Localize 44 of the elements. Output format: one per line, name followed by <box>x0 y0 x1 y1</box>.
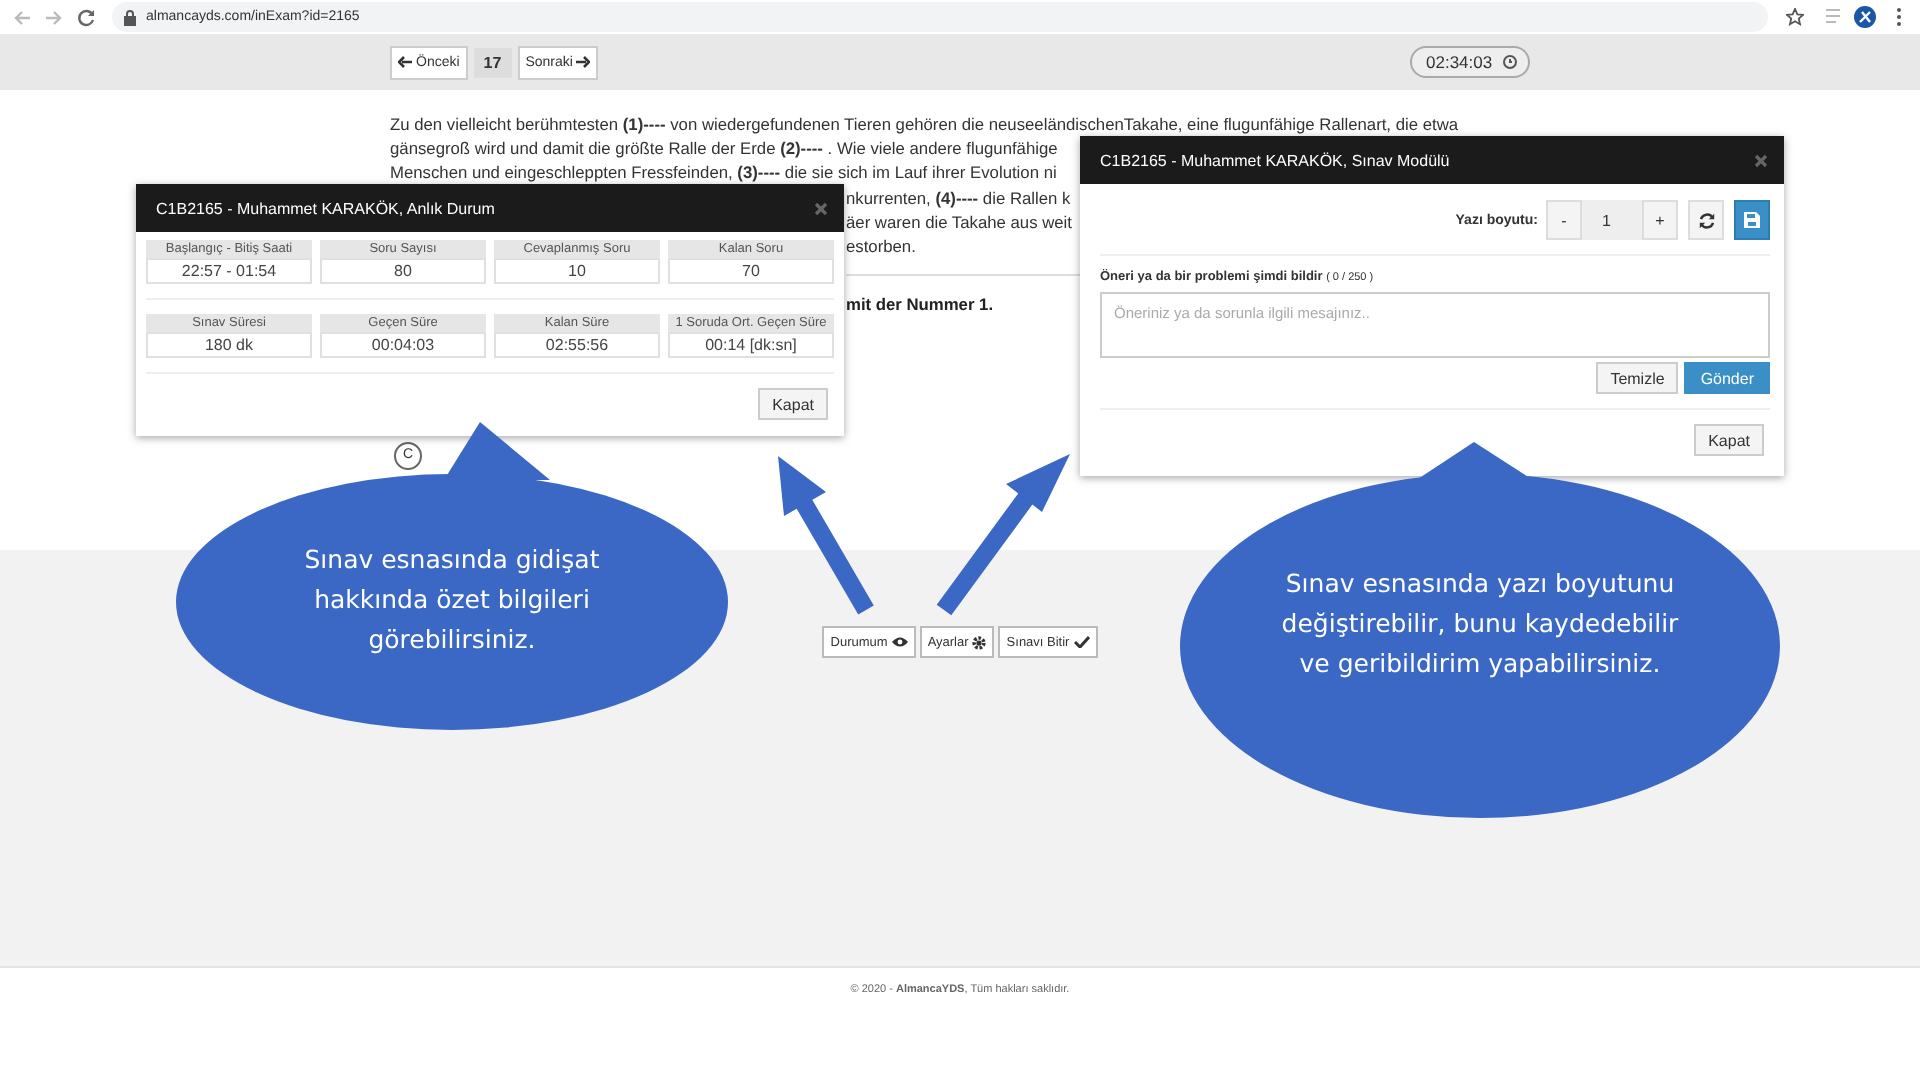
passage-text: estorben. <box>846 234 916 259</box>
star-icon[interactable] <box>1786 8 1804 26</box>
stat-value: 70 <box>668 258 834 284</box>
stat-value: 80 <box>320 258 486 284</box>
close-icon[interactable] <box>814 201 828 215</box>
dialog-title: C1B2165 - Muhammet KARAKÖK, Anlık Durum <box>156 199 495 217</box>
stat-value: 10 <box>494 258 660 284</box>
close-button[interactable]: Kapat <box>758 388 828 420</box>
question-text: mit der Nummer 1. <box>846 294 994 315</box>
check-icon <box>1073 636 1090 648</box>
stat-value: 22:57 - 01:54 <box>146 258 312 284</box>
lock-icon <box>124 9 136 25</box>
close-button[interactable]: Kapat <box>1694 424 1764 456</box>
passage-text: gänsegroß wird und damit die größte Ralle der Erde (2)---- . Wie viele andere flugunfähige <box>390 136 1058 161</box>
arrow-left-icon <box>398 56 412 68</box>
save-icon <box>1744 212 1760 228</box>
refresh-icon <box>1697 211 1715 229</box>
callout-text: Sınav esnasında gidişat hakkında özet bilgileri görebilirsiniz. <box>302 542 602 658</box>
eye-icon <box>891 636 908 648</box>
passage-text: Menschen und eingeschleppten Fressfeinden, (3)---- die sie sich im Lauf ihrer Evolution ni <box>390 160 1057 186</box>
stat-value: 00:14 [dk:sn] <box>668 332 834 358</box>
increase-button[interactable]: + <box>1642 200 1678 240</box>
menu-icon[interactable] <box>1896 8 1902 26</box>
arrow-right-icon <box>576 56 591 68</box>
stat-value: 180 dk <box>146 332 312 358</box>
stat-value: 00:04:03 <box>320 332 486 358</box>
decrease-button[interactable]: - <box>1546 200 1582 240</box>
gear-icon <box>972 635 987 649</box>
reload-icon[interactable] <box>76 8 96 28</box>
stat-value: 02:55:56 <box>494 332 660 358</box>
dialog-title: C1B2165 - Muhammet KARAKÖK, Sınav Modülü <box>1100 151 1450 169</box>
passage-text: äer waren die Takahe aus weit <box>846 209 1072 235</box>
reset-button[interactable] <box>1688 200 1724 240</box>
save-button[interactable] <box>1734 200 1770 240</box>
clear-button[interactable]: Temizle <box>1596 362 1679 394</box>
callout-text: Sınav esnasında yazı boyutunu değiştirebilir, bunu kaydedebilir ve geribildirim yapabilirsiniz. <box>1280 566 1680 682</box>
close-icon[interactable] <box>1754 153 1768 167</box>
question-number: 17 <box>473 47 512 77</box>
timer-text: 02:34:03 <box>1426 52 1493 72</box>
font-size-value: 1 <box>1582 200 1642 240</box>
send-button[interactable]: Gönder <box>1684 362 1770 394</box>
clock-icon <box>1498 50 1523 74</box>
passage-text: nkurrenten, (4)---- die Rallen k <box>846 185 1071 210</box>
passage-text: Zu den vielleicht berühmtesten (1)---- von wiedergefundenen Tieren gehören die neuseeländischenTakahe, eine flugunfähige Rallenart, die etwa <box>390 112 1459 137</box>
